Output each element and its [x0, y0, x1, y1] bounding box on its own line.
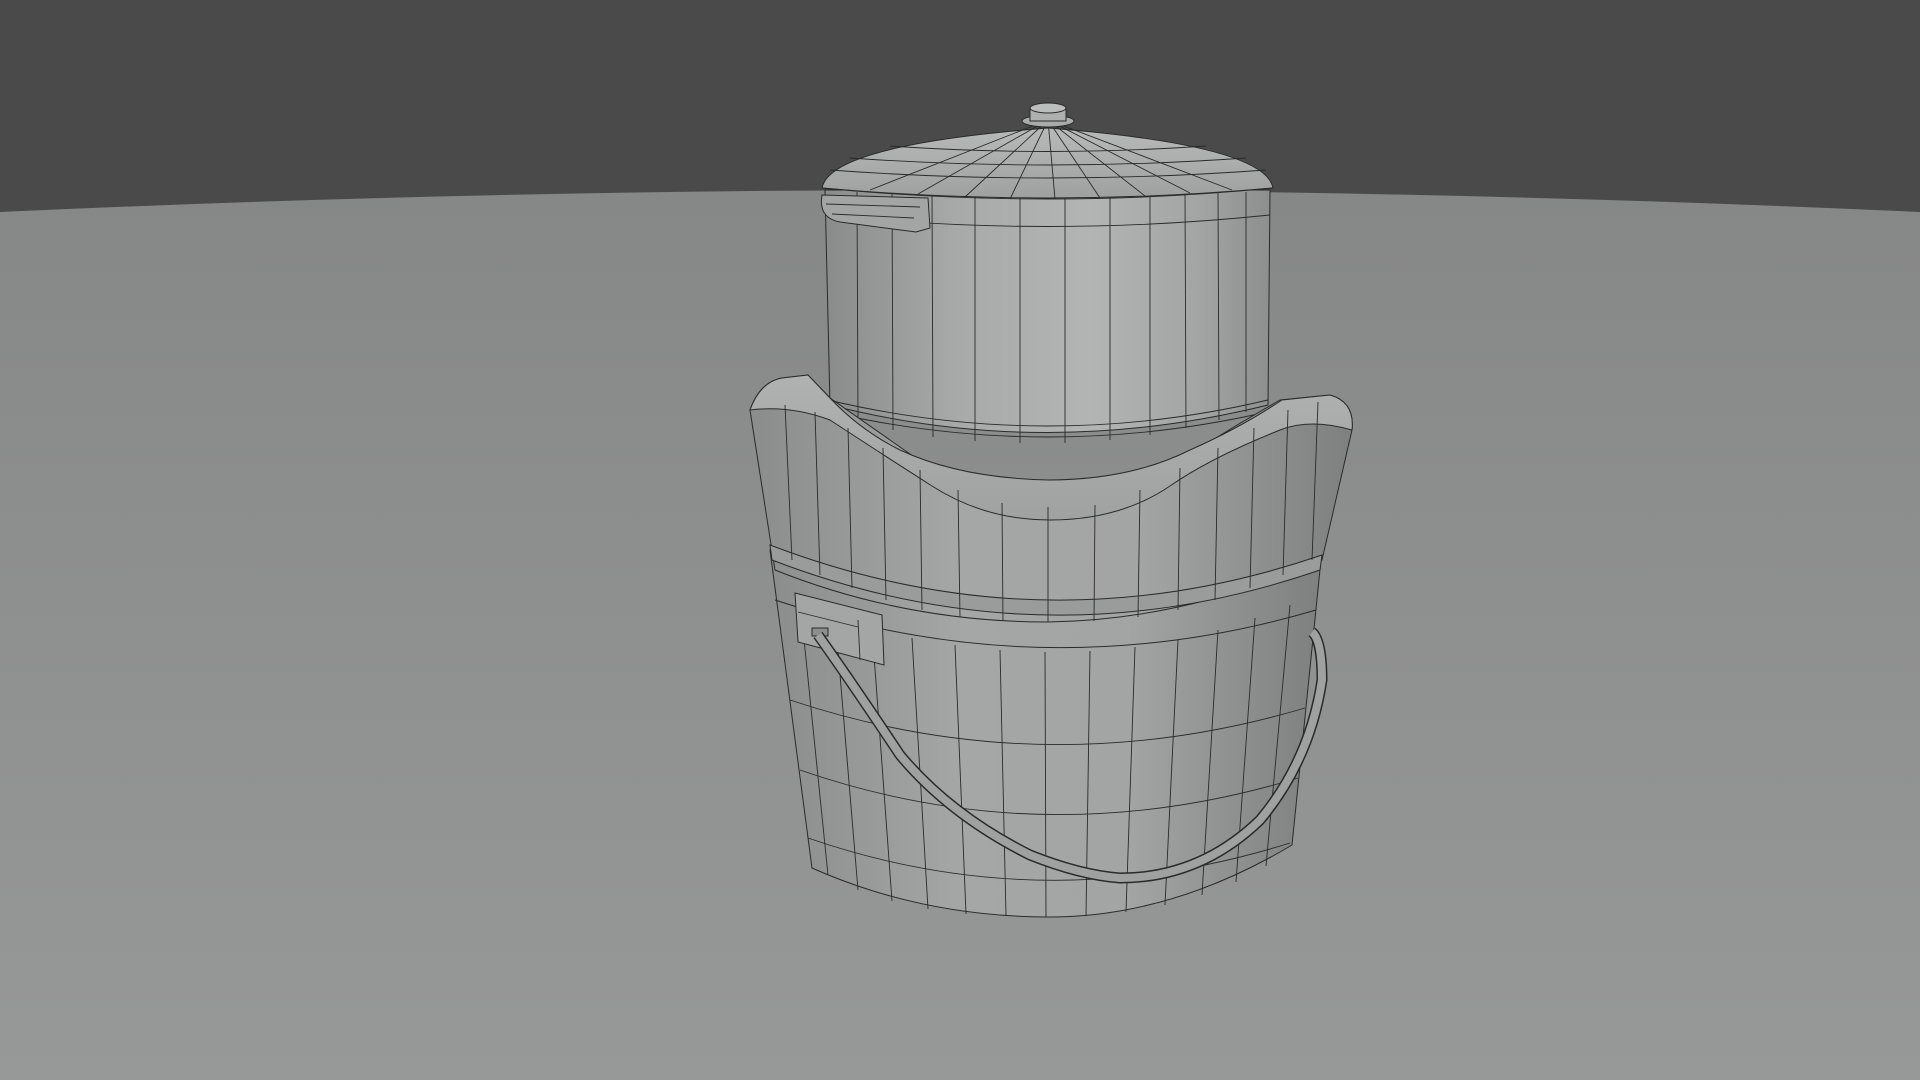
- 3d-viewport[interactable]: [0, 0, 1920, 1080]
- rendered-scene: [0, 0, 1920, 1080]
- cooking-pot: [820, 102, 1274, 443]
